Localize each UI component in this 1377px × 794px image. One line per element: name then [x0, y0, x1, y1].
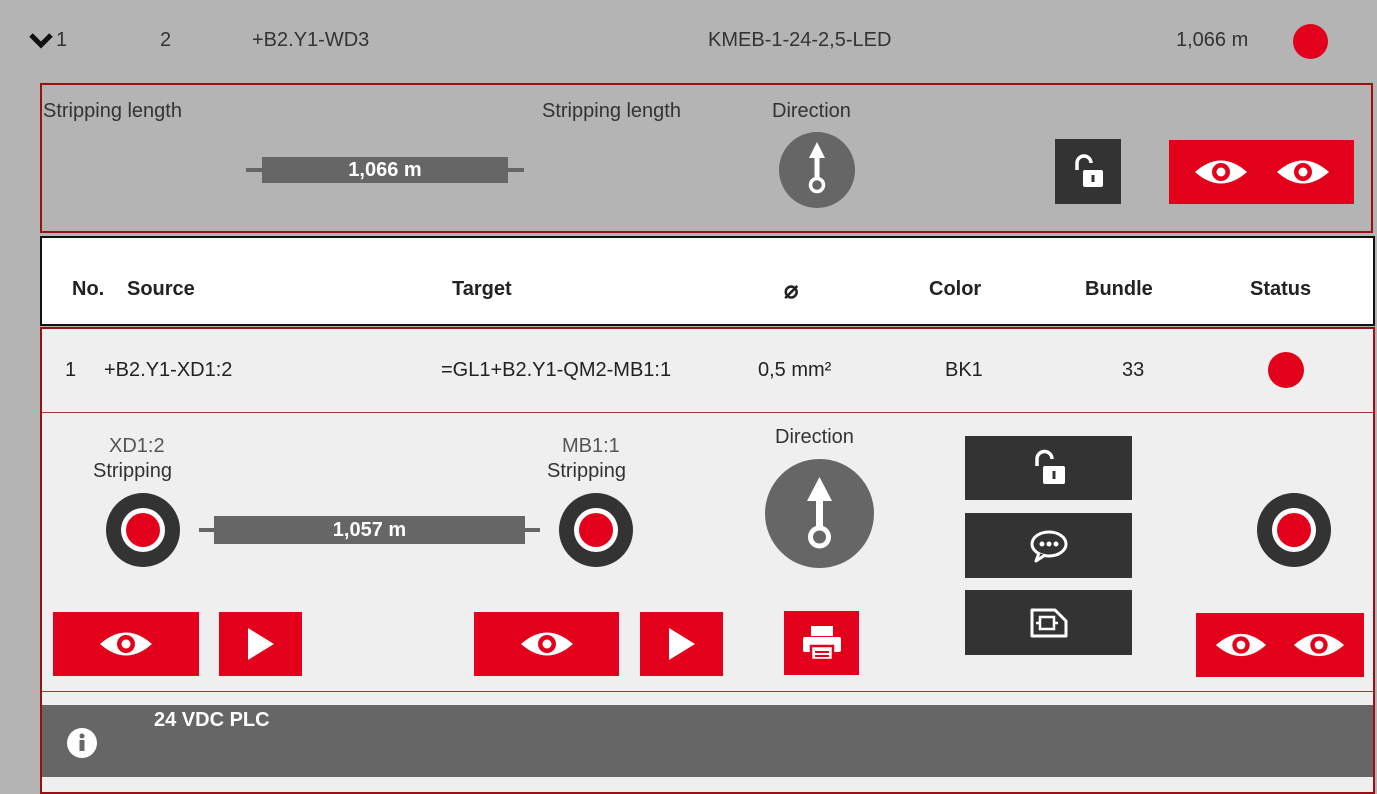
eye-icon	[1293, 633, 1345, 657]
left-play-button[interactable]	[219, 612, 302, 676]
column-header-source: Source	[127, 278, 195, 300]
column-header-color: Color	[929, 278, 982, 300]
chevron-down-icon[interactable]	[28, 32, 54, 50]
wire-row[interactable]	[42, 329, 1373, 413]
right-stripping-button[interactable]	[559, 493, 633, 567]
column-header-diameter: ⌀	[784, 277, 799, 304]
wire-comment-button[interactable]	[965, 513, 1132, 578]
direction-arrow-icon	[808, 142, 826, 194]
left-stripping-button[interactable]	[106, 493, 180, 567]
eye-icon	[1194, 160, 1247, 184]
wire-direction-label: Direction	[775, 426, 854, 448]
cable-row[interactable]: 1 2 +B2.Y1-WD3 KMEB-1-24-2,5-LED 1,066 m	[0, 0, 1377, 82]
cable-direction-button[interactable]	[779, 132, 855, 208]
right-terminal-label: MB1:1	[562, 435, 620, 457]
eye-icon	[520, 632, 573, 656]
cable-status-indicator	[1293, 24, 1328, 59]
wire-table-header	[40, 236, 1375, 326]
comment-icon	[1030, 530, 1067, 562]
cable-row-id: +B2.Y1-WD3	[252, 29, 370, 51]
left-stripping-label: Stripping	[93, 460, 172, 482]
info-icon	[67, 728, 97, 758]
left-view-button[interactable]	[53, 612, 199, 676]
wire-status-target[interactable]	[1257, 493, 1331, 567]
column-header-no: No.	[72, 278, 105, 300]
play-icon	[668, 628, 695, 660]
column-header-bundle: Bundle	[1085, 278, 1153, 300]
eye-icon	[1276, 160, 1329, 184]
cable-row-number: 2	[160, 29, 172, 51]
cable-row-type: KMEB-1-24-2,5-LED	[708, 29, 892, 51]
wire-direction-button[interactable]	[765, 459, 874, 568]
cable-lock-button[interactable]	[1055, 139, 1121, 204]
cable-row-index: 1	[56, 29, 68, 51]
wire-row-target: =GL1+B2.Y1-QM2-MB1:1	[441, 359, 672, 381]
column-header-status: Status	[1250, 278, 1312, 300]
wire-status-indicator	[1268, 352, 1304, 388]
wire-row-bundle: 33	[1122, 359, 1145, 381]
cable-length-bar: 1,066 m	[262, 157, 508, 183]
unlock-icon	[1075, 153, 1103, 187]
wire-lock-button[interactable]	[965, 436, 1132, 500]
eye-icon	[1215, 633, 1267, 657]
right-stripping-label: Stripping	[547, 460, 626, 482]
info-bar-text: 24 VDC PLC	[154, 709, 270, 731]
eye-icon	[100, 632, 152, 656]
wire-row-source: +B2.Y1-XD1:2	[104, 359, 233, 381]
unlock-icon	[1034, 449, 1065, 484]
stripping-length-right-label: Stripping length	[542, 100, 681, 122]
cable-direction-label: Direction	[772, 100, 851, 122]
wire-view-both-button[interactable]	[1196, 613, 1364, 677]
right-play-button[interactable]	[640, 612, 723, 676]
cable-row-length: 1,066 m	[1176, 29, 1249, 51]
wire-panel-divider	[42, 691, 1373, 692]
wire-row-color: BK1	[945, 359, 983, 381]
wire-length-bar: 1,057 m	[214, 516, 525, 544]
stripping-length-left-label: Stripping length	[43, 100, 182, 122]
printer-icon	[802, 626, 841, 662]
wire-row-diameter: 0,5 mm²	[758, 359, 832, 381]
component-icon	[1030, 608, 1067, 637]
wire-row-no: 1	[65, 359, 77, 381]
column-header-target: Target	[452, 278, 512, 300]
print-button[interactable]	[784, 611, 859, 675]
wire-component-button[interactable]	[965, 590, 1132, 655]
right-view-button[interactable]	[474, 612, 619, 676]
left-terminal-label: XD1:2	[109, 435, 165, 457]
play-icon	[247, 628, 274, 660]
direction-arrow-icon	[807, 477, 832, 549]
cable-view-both-button[interactable]	[1169, 140, 1354, 204]
